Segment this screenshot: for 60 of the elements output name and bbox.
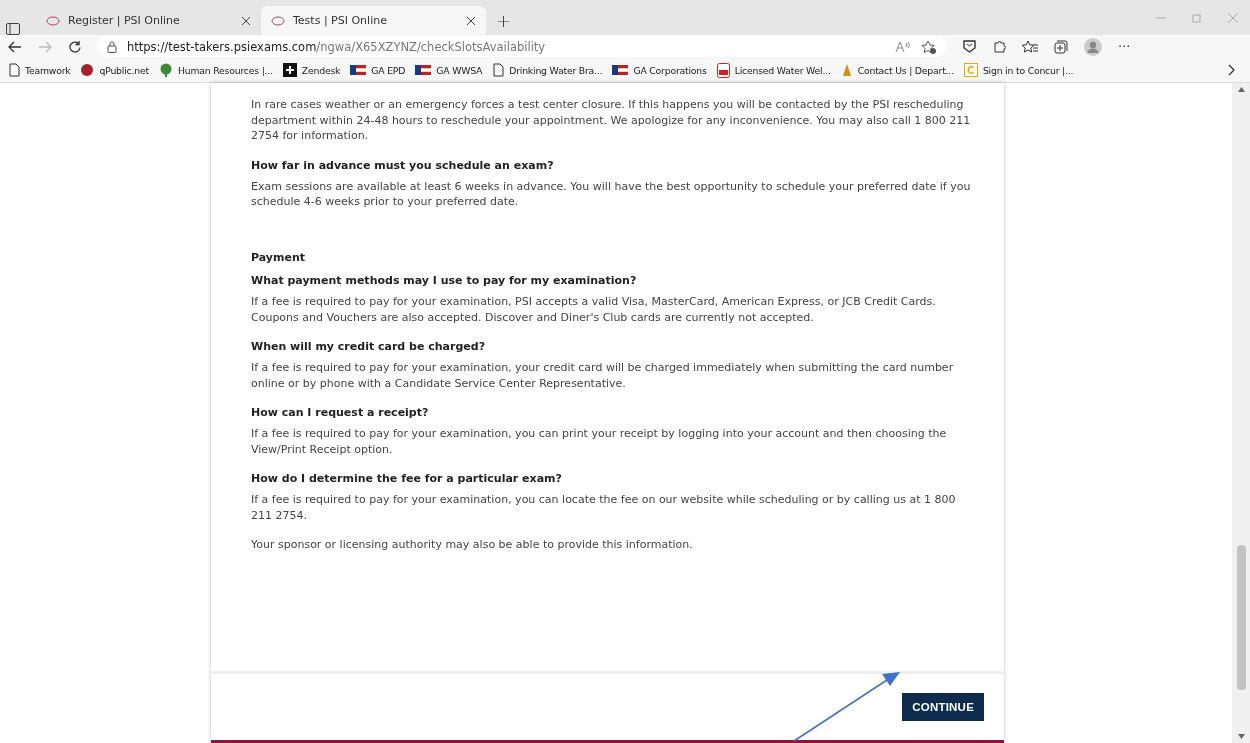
scrollbar[interactable] [1232, 83, 1250, 743]
tree-icon [158, 63, 173, 77]
letter-c-icon [963, 63, 978, 77]
scroll-up-icon[interactable] [1237, 87, 1245, 92]
profile-avatar-icon[interactable] [1084, 37, 1102, 56]
continue-button[interactable]: CONTINUE [902, 693, 984, 721]
faq-question: What payment methods may I use to pay for my examination? [251, 273, 638, 288]
site-icon [46, 15, 60, 26]
collections-icon[interactable] [1054, 39, 1068, 54]
bookmark[interactable]: Human Resources |... [158, 63, 273, 77]
tab-actions-icon[interactable] [6, 23, 20, 35]
shield-icon[interactable] [963, 40, 976, 53]
close-icon[interactable] [466, 15, 476, 26]
lock-icon [107, 40, 117, 53]
bookmark[interactable]: Sign in to Concur |... [963, 63, 1074, 77]
plus-icon [282, 63, 297, 77]
new-tab-button[interactable]: + [486, 6, 522, 35]
flag-icon [350, 65, 367, 75]
faq-question: How far in advance must you schedule an exam? [251, 157, 555, 173]
pdf-icon [716, 62, 730, 78]
page-icon [8, 63, 20, 77]
read-aloud-icon[interactable] [895, 40, 911, 53]
bookmark[interactable]: GA WWSA [415, 64, 483, 76]
bookmark[interactable]: Contact Us | Depart... [840, 63, 954, 77]
refresh-icon[interactable] [68, 40, 81, 53]
url-text: https://test-takers.psiexams.com/ngwa/X65XZYNZ/checkSlotsAvailability [127, 39, 546, 54]
bookmark[interactable]: Teamwork [8, 63, 71, 77]
address-bar[interactable]: https://test-takers.psiexams.com/ngwa/X65XZYNZ/checkSlotsAvailability [97, 36, 947, 57]
bookmark[interactable]: Zendesk [282, 63, 341, 77]
browser-tab[interactable]: Tests | PSI Online [261, 6, 486, 35]
faq-answer: Exam sessions are available at least 6 weeks in advance. You will have the best opportunity to schedule your preferred date if you schedule 4-6 weeks prior to your preferred date. [251, 178, 972, 210]
faq-answer: If a fee is required to pay for your examination, your credit card will be charged immediately when submitting the card number online or by phone with a Candidate Service Center Representative. [251, 360, 955, 391]
more-button[interactable]: ··· [1118, 39, 1131, 54]
faq-answer: If a fee is required to pay for your examination, you can locate the fee on our website while scheduling or by calling us at 1 800 211 2754. [251, 492, 957, 523]
section-heading: Payment [251, 249, 307, 265]
scroll-down-icon[interactable] [1237, 734, 1245, 739]
faq-question: How do I determine the fee for a particular exam? [251, 471, 563, 486]
back-icon[interactable] [8, 40, 22, 53]
faq-answer: In rare cases weather or an emergency forces a test center closure. If this happens you will be contacted by the PSI rescheduling department within 24-48 hours to reschedule your appointment. We apologize for any inconvenience. You may also call 1 800 211 2754 for information. [251, 97, 972, 144]
close-icon[interactable] [241, 15, 251, 26]
faq-question: How can I request a receipt? [251, 405, 430, 420]
bookmark[interactable]: Drinking Water Bra... [492, 63, 603, 77]
flag-icon [612, 65, 629, 75]
bookmark[interactable]: GA EPD [350, 64, 406, 76]
bookmark[interactable]: Licensed Water Wel... [716, 62, 831, 78]
flag-icon [415, 65, 432, 75]
faq-question: When will my credit card be charged? [251, 339, 486, 354]
faq-answer: If a fee is required to pay for your examination, PSI accepts a valid Visa, MasterCard, American Express, or JCB Credit Cards. Coupons and Vouchers are also accepted. Discover and Diner's Club cards are currently not accepted. [251, 294, 937, 325]
add-favorite-icon[interactable] [921, 39, 937, 54]
scrollbar-thumb[interactable] [1237, 545, 1246, 690]
extensions-icon[interactable] [992, 39, 1006, 54]
page-icon [492, 63, 505, 77]
faq-answer: If a fee is required to pay for your examination, you can print your receipt by logging into your account and then choosing the View/Print Receipt option. [251, 426, 948, 457]
bookmark[interactable]: GA Corporations [612, 64, 707, 76]
faq-answer: Your sponsor or licensing authority may also be able to provide this information. [251, 537, 694, 553]
browser-tab[interactable]: Register | PSI Online [36, 6, 261, 35]
favorites-icon[interactable] [1022, 39, 1038, 54]
site-icon [271, 15, 285, 26]
bookmark[interactable]: qPublic.net [80, 63, 149, 77]
chevron-right-icon[interactable] [1228, 64, 1236, 76]
